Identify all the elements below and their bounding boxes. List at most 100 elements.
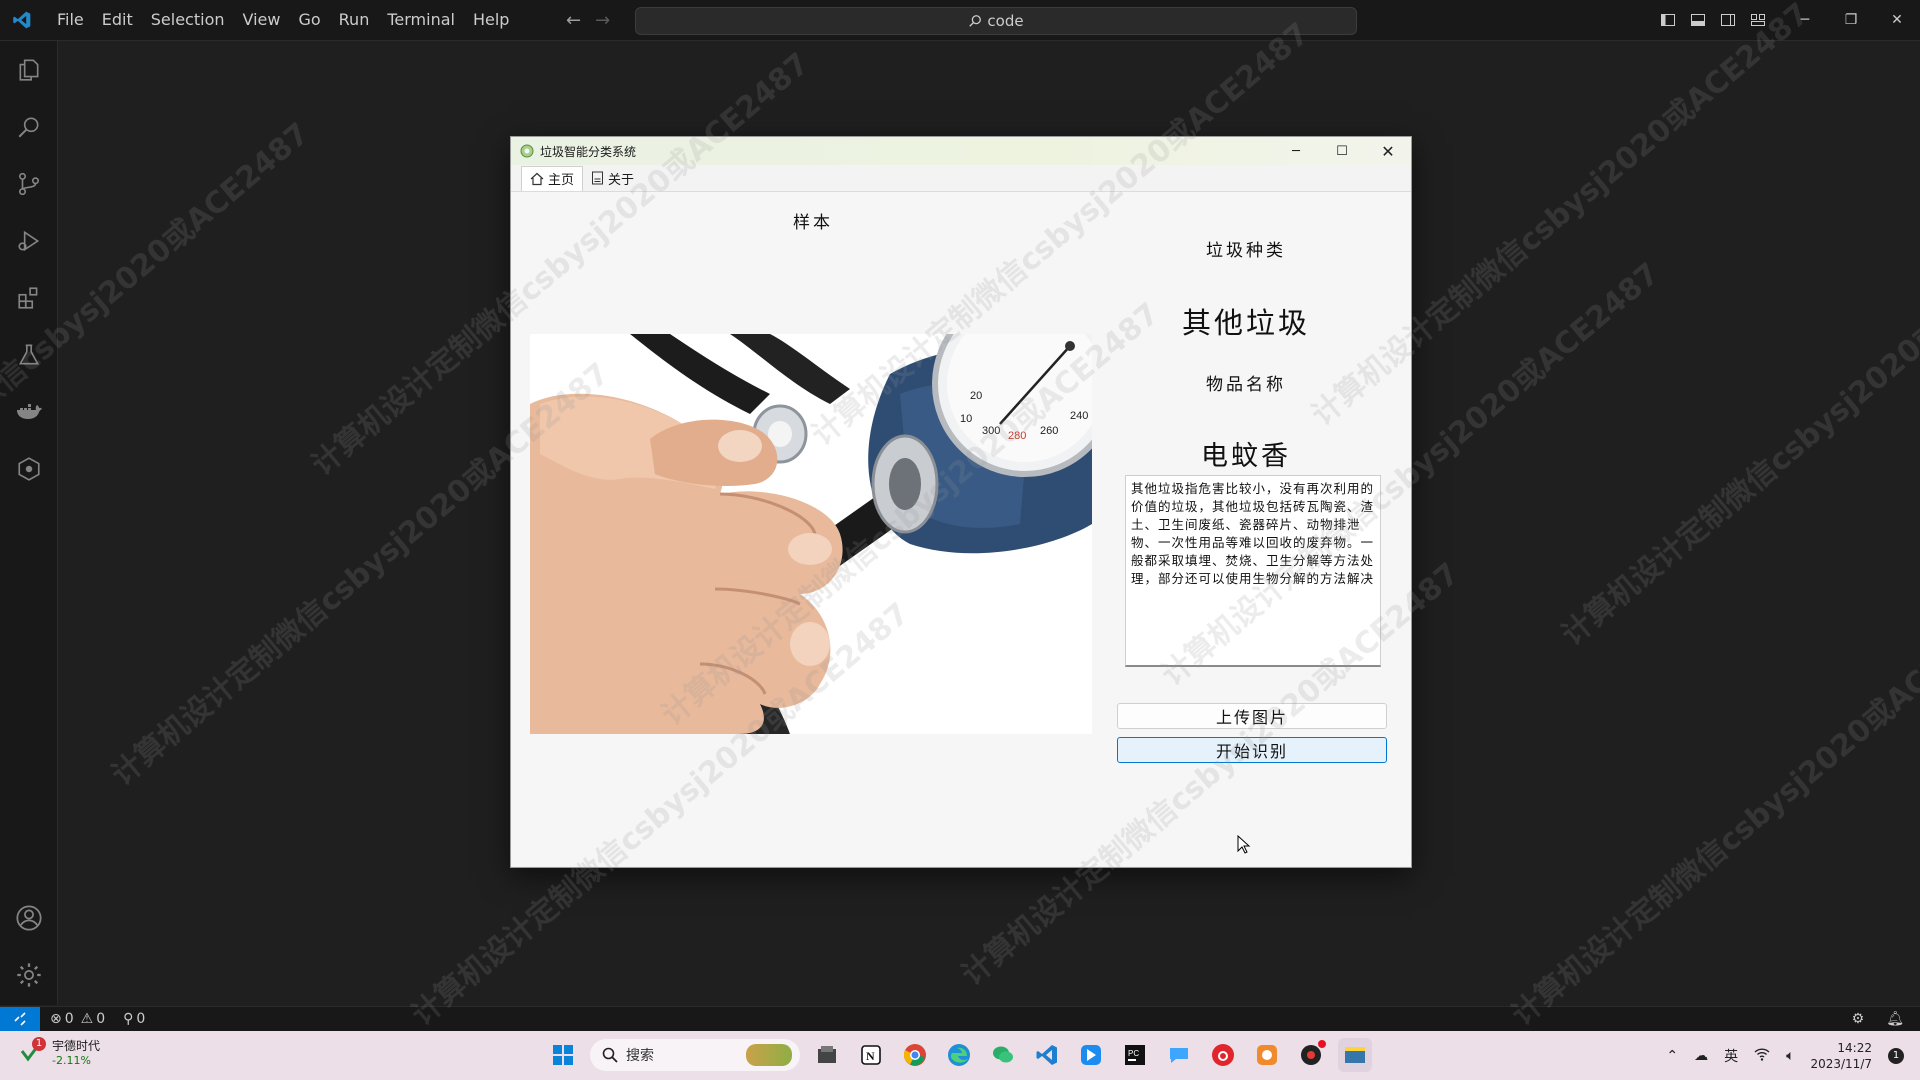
- jetbrains-icon[interactable]: PC: [1118, 1038, 1152, 1072]
- svg-text:10: 10: [960, 413, 972, 425]
- testing-flask-icon[interactable]: [12, 338, 46, 372]
- upload-image-button[interactable]: 上传图片: [1117, 703, 1387, 729]
- file-manager-icon[interactable]: [810, 1038, 844, 1072]
- close-icon[interactable]: ✕: [1874, 0, 1920, 40]
- windows-start-icon[interactable]: [546, 1038, 580, 1072]
- category-value: 其他垃圾: [1181, 306, 1310, 340]
- remote-explorer-icon[interactable]: [12, 452, 46, 486]
- explorer-icon[interactable]: [12, 53, 46, 87]
- chrome-icon[interactable]: [898, 1038, 932, 1072]
- onedrive-cloud-icon[interactable]: ☁︎: [1694, 1048, 1708, 1064]
- garbage-classifier-window: 垃圾智能分类系统 ─ ☐ ✕ 主页 关于 样本 20 10 300 280 26…: [510, 136, 1412, 868]
- problems-indicator[interactable]: ⊗ 0 ⚠ 0: [50, 1011, 105, 1027]
- app-title: 垃圾智能分类系统: [540, 144, 637, 159]
- feishu-icon[interactable]: [1074, 1038, 1108, 1072]
- statusbar-right: ⚙ 🔔︎: [1852, 1007, 1904, 1031]
- svg-text:20: 20: [970, 390, 982, 402]
- stock-name: 宇德时代: [52, 1039, 101, 1053]
- netease-music-icon[interactable]: [1206, 1038, 1240, 1072]
- menu-file[interactable]: File: [48, 0, 93, 40]
- svg-text:300: 300: [982, 425, 1000, 437]
- minimize-icon[interactable]: ─: [1782, 0, 1828, 40]
- taskbar-search[interactable]: 搜索: [590, 1039, 800, 1071]
- orange-app-icon[interactable]: [1250, 1038, 1284, 1072]
- app-icon: [520, 144, 534, 158]
- document-icon: [592, 171, 604, 185]
- notification-badge[interactable]: 1: [1888, 1047, 1904, 1064]
- watermark-text: 计算机设计定制微信csbysj2020或ACE2487: [1555, 216, 1920, 653]
- description-textbox[interactable]: 其他垃圾指危害比较小，没有再次利用的价值的垃圾，其他垃圾包括砖瓦陶瓷、渣土、卫生…: [1125, 475, 1381, 667]
- menu-run[interactable]: Run: [330, 0, 379, 40]
- edge-icon[interactable]: [942, 1038, 976, 1072]
- remote-indicator-icon[interactable]: [0, 1007, 40, 1031]
- restore-icon[interactable]: ❐: [1828, 0, 1874, 40]
- menu-terminal[interactable]: Terminal: [378, 0, 464, 40]
- manage-gear-icon[interactable]: [12, 958, 46, 992]
- app-tab-bar: 主页 关于: [511, 165, 1411, 192]
- warning-icon: ⚠: [80, 1011, 94, 1027]
- svg-text:PC: PC: [1128, 1049, 1139, 1058]
- vscode-statusbar: ⊗ 0 ⚠ 0 ⚲ 0 ⚙ 🔔︎: [0, 1006, 1920, 1031]
- app-close-icon[interactable]: ✕: [1365, 137, 1411, 165]
- sample-label: 样本: [793, 213, 833, 233]
- back-arrow-icon[interactable]: ←: [566, 10, 581, 31]
- copilot-icon[interactable]: ⚙: [1852, 1011, 1865, 1027]
- warning-count: 0: [96, 1011, 106, 1027]
- accounts-icon[interactable]: [12, 901, 46, 935]
- app-titlebar: 垃圾智能分类系统 ─ ☐ ✕: [511, 137, 1411, 165]
- python-window-icon[interactable]: [1338, 1038, 1372, 1072]
- search-placeholder: 搜索: [626, 1048, 654, 1064]
- vscode-titlebar: File Edit Selection View Go Run Terminal…: [0, 0, 1920, 41]
- source-control-icon[interactable]: [12, 167, 46, 201]
- ime-indicator[interactable]: 英: [1724, 1046, 1738, 1066]
- start-recognition-button[interactable]: 开始识别: [1117, 737, 1387, 763]
- wifi-icon[interactable]: [1754, 1047, 1770, 1065]
- command-center-search[interactable]: code: [635, 7, 1357, 35]
- svg-text:260: 260: [1040, 425, 1058, 437]
- customize-layout-icon[interactable]: [1750, 12, 1766, 28]
- toggle-secondary-sidebar-icon[interactable]: [1720, 12, 1736, 28]
- clock-date: 2023/11/7: [1810, 1056, 1872, 1071]
- taskbar-clock[interactable]: 14:22 2023/11/7: [1810, 1040, 1872, 1072]
- toggle-primary-sidebar-icon[interactable]: [1660, 12, 1676, 28]
- tab-home[interactable]: 主页: [521, 165, 584, 191]
- volume-icon[interactable]: 🔈︎: [1786, 1048, 1794, 1064]
- menu-go[interactable]: Go: [289, 0, 329, 40]
- menu-view[interactable]: View: [234, 0, 290, 40]
- forward-arrow-icon[interactable]: →: [595, 10, 610, 31]
- tray-overflow-chevron-icon[interactable]: ⌃: [1666, 1048, 1678, 1064]
- svg-text:N: N: [866, 1049, 875, 1063]
- windows-taskbar: 1 宇德时代 -2.11% 搜索 N PC ⌃ ☁︎ 英 🔈︎ 14:22 20…: [0, 1031, 1920, 1080]
- record-app-icon[interactable]: [1294, 1038, 1328, 1072]
- mouse-cursor-icon: [1237, 835, 1251, 854]
- notion-icon[interactable]: N: [854, 1038, 888, 1072]
- vscode-taskbar-icon[interactable]: [1030, 1038, 1064, 1072]
- item-name-value: 电蚊香: [1201, 441, 1291, 472]
- toggle-panel-icon[interactable]: [1690, 12, 1706, 28]
- app-maximize-icon[interactable]: ☐: [1319, 137, 1365, 165]
- search-icon[interactable]: [12, 110, 46, 144]
- activity-bar: [0, 41, 58, 1005]
- menu-selection[interactable]: Selection: [142, 0, 234, 40]
- antenna-icon: ⚲: [123, 1011, 134, 1027]
- stock-widget[interactable]: 1 宇德时代 -2.11%: [18, 1037, 100, 1067]
- tab-about[interactable]: 关于: [583, 166, 642, 190]
- menu-help[interactable]: Help: [464, 0, 518, 40]
- menu-bar: File Edit Selection View Go Run Terminal…: [48, 0, 518, 40]
- home-icon: [530, 172, 544, 185]
- system-tray: ⌃ ☁︎ 英 🔈︎ 14:22 2023/11/7 1: [1666, 1031, 1904, 1080]
- notifications-bell-icon[interactable]: 🔔︎: [1886, 1011, 1904, 1027]
- run-debug-icon[interactable]: [12, 224, 46, 258]
- command-center-text: code: [987, 12, 1024, 30]
- docker-icon[interactable]: [12, 395, 46, 429]
- svg-text:240: 240: [1070, 410, 1088, 422]
- menu-edit[interactable]: Edit: [93, 0, 142, 40]
- ports-indicator[interactable]: ⚲ 0: [123, 1011, 145, 1027]
- search-highlight-icon: [746, 1044, 792, 1066]
- app-minimize-icon[interactable]: ─: [1273, 137, 1319, 165]
- chat-bubble-icon[interactable]: [1162, 1038, 1196, 1072]
- app-window-controls: ─ ☐ ✕: [1273, 137, 1411, 165]
- wechat-icon[interactable]: [986, 1038, 1020, 1072]
- tab-home-label: 主页: [548, 173, 575, 188]
- extensions-icon[interactable]: [12, 281, 46, 315]
